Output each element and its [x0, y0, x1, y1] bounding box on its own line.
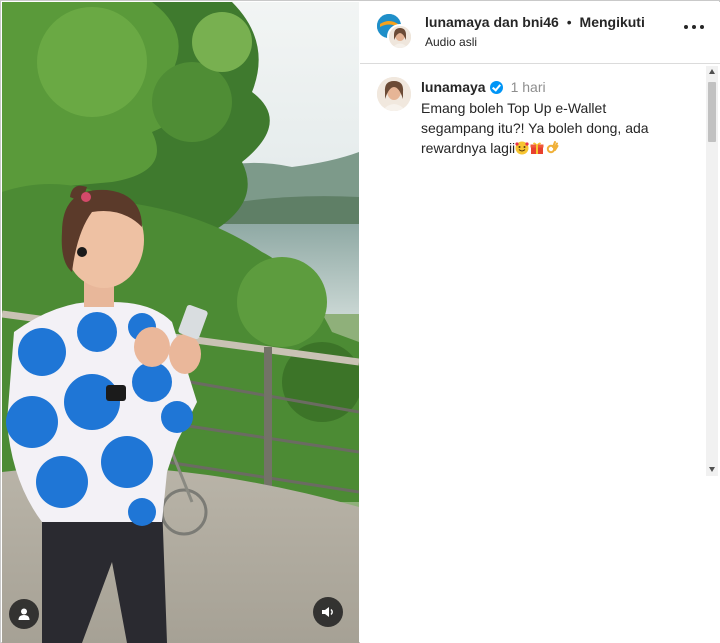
- post-authors: lunamaya dan bni46 • Mengikuti: [425, 14, 645, 30]
- gift-icon: [530, 142, 544, 154]
- post-video[interactable]: [2, 2, 359, 643]
- audio-link[interactable]: Audio asli: [425, 35, 477, 49]
- comments-scrollbar[interactable]: [706, 66, 718, 476]
- post-dialog: lunamaya dan bni46 • Mengikuti Audio asl…: [0, 0, 720, 643]
- post-side-panel: lunamaya dan bni46 • Mengikuti Audio asl…: [360, 2, 720, 643]
- verified-badge-icon: [489, 81, 503, 94]
- collab-avatars[interactable]: [377, 14, 415, 52]
- avatar-lunamaya: [387, 24, 413, 50]
- speaker-icon: [322, 607, 333, 617]
- video-frame-illustration: [2, 2, 359, 643]
- caption-timestamp[interactable]: 1 hari: [511, 79, 546, 95]
- post-header: lunamaya dan bni46 • Mengikuti Audio asl…: [360, 2, 720, 64]
- scroll-up-arrow-icon[interactable]: [709, 69, 715, 74]
- caption-username[interactable]: lunamaya: [421, 79, 486, 95]
- more-options-icon[interactable]: [684, 24, 704, 30]
- ok-hand-icon: [546, 141, 559, 154]
- caption-avatar[interactable]: [377, 77, 411, 111]
- follow-status-button[interactable]: Mengikuti: [580, 14, 645, 30]
- separator-dot: •: [566, 14, 572, 30]
- caption-text: Emang boleh Top Up e-Wallet segampang it…: [421, 98, 681, 158]
- scrollbar-thumb[interactable]: [708, 82, 716, 142]
- smiling-face-with-hearts-icon: [515, 141, 529, 155]
- user-profile-button[interactable]: [9, 599, 39, 629]
- sound-toggle-button[interactable]: [313, 597, 343, 627]
- caption-header: lunamaya 1 hari: [421, 79, 546, 95]
- scroll-down-arrow-icon[interactable]: [709, 467, 715, 472]
- account-name-secondary[interactable]: bni46: [522, 14, 559, 30]
- authors-joiner: dan: [493, 14, 519, 30]
- account-name-primary[interactable]: lunamaya: [425, 14, 490, 30]
- user-profile-icon: [18, 608, 30, 620]
